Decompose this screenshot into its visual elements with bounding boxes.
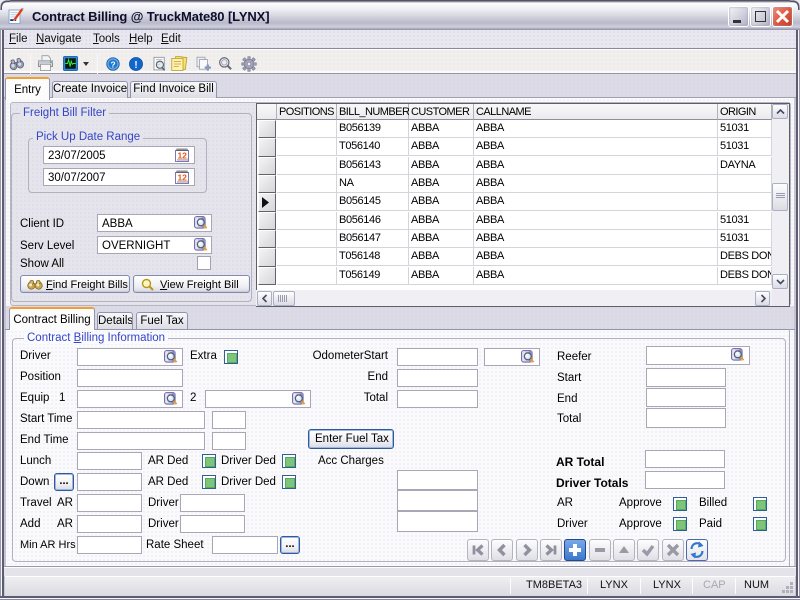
svg-text:?: ? — [110, 60, 115, 70]
svg-text:!: ! — [134, 60, 137, 71]
